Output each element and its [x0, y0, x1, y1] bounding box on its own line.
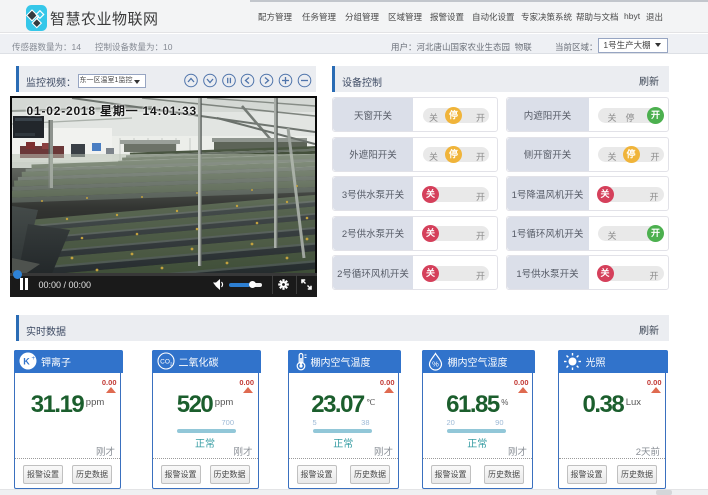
- svg-text:%: %: [432, 359, 439, 368]
- svg-text:K: K: [23, 357, 30, 367]
- svg-text:CO: CO: [160, 359, 170, 366]
- svg-text:+: +: [32, 356, 36, 362]
